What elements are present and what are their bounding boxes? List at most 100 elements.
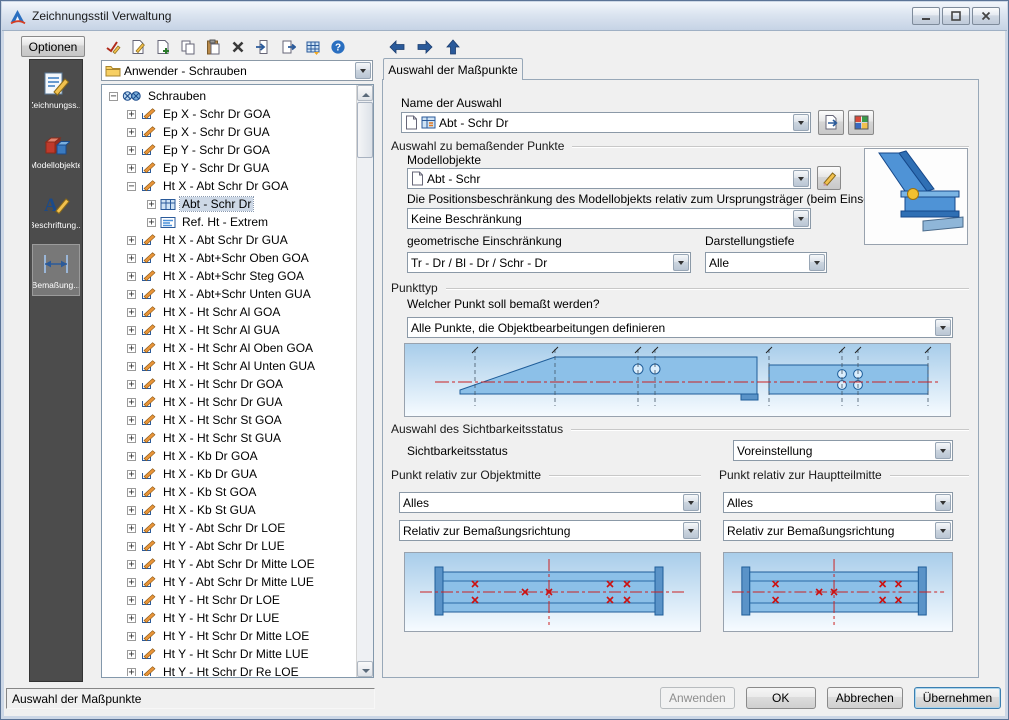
import-button[interactable] [251,36,274,58]
up-arrow-button[interactable] [441,36,464,58]
expand-toggle[interactable]: + [127,289,136,299]
scroll-down-button[interactable] [357,661,373,677]
object-center-filter-combo[interactable]: Alles [399,492,701,513]
edit-model-object-button[interactable] [817,166,841,190]
edit-check-button[interactable] [101,36,124,58]
paste-button[interactable] [201,36,224,58]
expand-toggle[interactable]: + [127,613,136,623]
expand-toggle[interactable]: + [127,397,136,407]
close-button[interactable] [972,7,1000,25]
expand-toggle[interactable]: + [127,541,136,551]
tree-item[interactable]: + Ep X - Schr Dr GOA [103,105,356,123]
expand-toggle[interactable]: + [127,361,136,371]
tree-item[interactable]: + Ht X - Kb Dr GUA [103,465,356,483]
expand-toggle[interactable]: + [127,379,136,389]
tree-item[interactable]: + Ht X - Abt Schr Dr GUA [103,231,356,249]
expand-toggle[interactable]: + [127,127,136,137]
tree-item[interactable]: + Ht X - Ht Schr Al Oben GOA [103,339,356,357]
edit-page-button[interactable] [126,36,149,58]
presentation-settings-button[interactable] [848,110,874,135]
expand-toggle[interactable]: + [127,667,136,676]
delete-button[interactable] [226,36,249,58]
expand-toggle[interactable]: + [127,523,136,533]
tree-item[interactable]: + Ht Y - Ht Schr Dr LOE [103,591,356,609]
dropdown-arrow-icon[interactable] [793,210,809,227]
main-center-filter-combo[interactable]: Alles [723,492,953,513]
tree-item[interactable]: + Ht X - Ht Schr Al GUA [103,321,356,339]
tree-item[interactable]: + Ht X - Ht Schr Al GOA [103,303,356,321]
minimize-button[interactable] [912,7,940,25]
forward-arrow-button[interactable] [413,36,436,58]
expand-toggle[interactable]: + [127,253,136,263]
expand-toggle[interactable]: + [127,343,136,353]
sidebar-item-zeichnungss[interactable]: Zeichnungss... [32,64,80,116]
dropdown-arrow-icon[interactable] [935,442,951,459]
dropdown-arrow-icon[interactable] [935,319,951,336]
tree-item[interactable]: + Ht X - Ht Schr St GOA [103,411,356,429]
expand-toggle[interactable]: + [127,109,136,119]
titlebar[interactable]: Zeichnungsstil Verwaltung [2,2,1007,31]
tree-item[interactable]: + Abt - Schr Dr [103,195,356,213]
transfer-button[interactable] [301,36,324,58]
geometric-constraint-combo[interactable]: Tr - Dr / Bl - Dr / Schr - Dr [407,252,691,273]
expand-toggle[interactable]: + [127,469,136,479]
tree-item[interactable]: + Ht X - Abt+Schr Steg GOA [103,267,356,285]
tree-item[interactable]: − Ht X - Abt Schr Dr GOA [103,177,356,195]
dropdown-arrow-icon[interactable] [793,170,809,187]
dropdown-arrow-icon[interactable] [355,62,371,79]
tree-item[interactable]: + Ht Y - Abt Schr Dr Mitte LUE [103,573,356,591]
new-page-button[interactable] [151,36,174,58]
scroll-thumb[interactable] [357,102,373,158]
abbrechen-button[interactable]: Abbrechen [826,687,903,709]
tree-item[interactable]: + Ht X - Abt+Schr Oben GOA [103,249,356,267]
expand-toggle[interactable]: + [127,325,136,335]
tree-item[interactable]: + Ht X - Ht Schr Al Unten GUA [103,357,356,375]
tree-item[interactable]: + Ht Y - Ht Schr Dr Re LOE [103,663,356,676]
expand-toggle[interactable]: + [127,487,136,497]
dropdown-arrow-icon[interactable] [809,254,825,271]
dropdown-arrow-icon[interactable] [683,522,699,539]
ok-button[interactable]: OK [745,687,816,709]
preview-selection-button[interactable] [818,110,844,135]
display-depth-combo[interactable]: Alle [705,252,827,273]
expand-toggle[interactable]: + [127,235,136,245]
position-constraint-combo[interactable]: Keine Beschränkung [407,208,811,229]
dropdown-arrow-icon[interactable] [935,522,951,539]
expand-toggle[interactable]: + [127,451,136,461]
dropdown-arrow-icon[interactable] [683,494,699,511]
bernehmen-button[interactable]: Übernehmen [913,687,1002,709]
model-objects-combo[interactable]: Abt - Schr [407,168,811,189]
tree-item[interactable]: + Ht X - Ht Schr Dr GOA [103,375,356,393]
tree-item[interactable]: + Ht X - Abt+Schr Unten GUA [103,285,356,303]
tree-item[interactable]: + Ep Y - Schr Dr GUA [103,159,356,177]
name-selection-combo[interactable]: Abt - Schr Dr [401,112,811,133]
pointtype-combo[interactable]: Alle Punkte, die Objektbearbeitungen def… [407,317,953,338]
expand-toggle[interactable]: + [127,649,136,659]
tree-item[interactable]: + Ht X - Kb Dr GOA [103,447,356,465]
tree-item[interactable]: + Ht X - Kb St GUA [103,501,356,519]
main-center-direction-combo[interactable]: Relativ zur Bemaßungsrichtung [723,520,953,541]
expand-toggle[interactable]: + [127,631,136,641]
tree-item[interactable]: + Ep X - Schr Dr GUA [103,123,356,141]
expand-toggle[interactable]: + [147,199,156,209]
object-center-direction-combo[interactable]: Relativ zur Bemaßungsrichtung [399,520,701,541]
expand-toggle[interactable]: + [127,163,136,173]
tree-item[interactable]: + Ht X - Ht Schr Dr GUA [103,393,356,411]
tree-item[interactable]: + Ht Y - Ht Schr Dr LUE [103,609,356,627]
dropdown-arrow-icon[interactable] [793,114,809,131]
copy-button[interactable] [176,36,199,58]
visibility-status-combo[interactable]: Voreinstellung [733,440,953,461]
dropdown-arrow-icon[interactable] [935,494,951,511]
export-button[interactable] [276,36,299,58]
tree-item[interactable]: + Ht Y - Abt Schr Dr LOE [103,519,356,537]
tree-item[interactable]: + Ht Y - Abt Schr Dr Mitte LOE [103,555,356,573]
tree-item[interactable]: − Schrauben [103,87,356,105]
expand-toggle[interactable]: + [127,577,136,587]
collapse-toggle[interactable]: − [109,91,118,101]
tree-item[interactable]: + Ht Y - Ht Schr Dr Mitte LOE [103,627,356,645]
collapse-toggle[interactable]: − [127,181,136,191]
dropdown-arrow-icon[interactable] [673,254,689,271]
expand-toggle[interactable]: + [127,505,136,515]
sidebar-item-bemaung[interactable]: Bemaßung... [32,244,80,296]
tree-item[interactable]: + Ht Y - Abt Schr Dr LUE [103,537,356,555]
